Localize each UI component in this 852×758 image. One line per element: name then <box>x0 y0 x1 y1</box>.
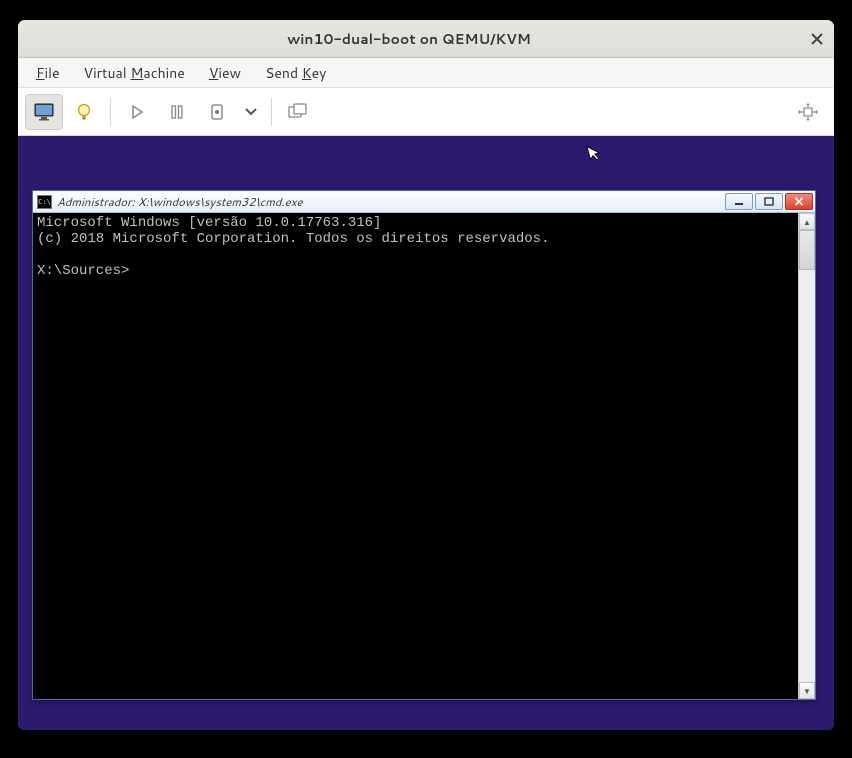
fullscreen-icon <box>798 103 818 121</box>
cmd-output[interactable]: Microsoft Windows [versão 10.0.17763.316… <box>33 213 798 699</box>
cmd-icon: C:\ <box>37 195 52 209</box>
cmd-body: Microsoft Windows [versão 10.0.17763.316… <box>33 213 815 699</box>
fullscreen-button[interactable] <box>789 94 827 130</box>
menubar: File Virtual Machine View Send Key <box>18 58 834 88</box>
power-icon <box>209 103 225 121</box>
menu-file[interactable]: File <box>26 60 70 86</box>
separator <box>110 98 111 126</box>
titlebar[interactable]: win10-dual-boot on QEMU/KVM <box>18 20 834 58</box>
pause-button[interactable] <box>158 94 196 130</box>
snapshots-icon <box>288 103 308 121</box>
pause-icon <box>171 105 183 119</box>
vm-display-area[interactable]: C:\ Administrador: X:\windows\system32\c… <box>18 136 834 730</box>
toolbar <box>18 88 834 136</box>
cmd-close-button[interactable] <box>785 193 813 210</box>
maximize-button[interactable] <box>755 193 783 210</box>
window-title: win10-dual-boot on QEMU/KVM <box>18 29 800 49</box>
menu-send-key[interactable]: Send Key <box>255 60 336 86</box>
chevron-down-icon <box>245 108 257 116</box>
console-button[interactable] <box>25 94 63 130</box>
close-button[interactable] <box>800 20 834 57</box>
mouse-cursor-icon <box>586 142 604 163</box>
virt-viewer-window: win10-dual-boot on QEMU/KVM File Virtual… <box>18 20 834 730</box>
menu-virtual-machine[interactable]: Virtual Machine <box>74 60 195 86</box>
cmd-titlebar[interactable]: C:\ Administrador: X:\windows\system32\c… <box>33 191 815 213</box>
scrollbar[interactable]: ▲ ▼ <box>798 213 815 699</box>
scroll-up-button[interactable]: ▲ <box>799 213 815 230</box>
monitor-icon <box>33 102 55 122</box>
lightbulb-icon <box>75 102 93 122</box>
details-button[interactable] <box>65 94 103 130</box>
menu-view[interactable]: View <box>199 60 251 86</box>
shutdown-menu-button[interactable] <box>238 94 264 130</box>
cmd-window: C:\ Administrador: X:\windows\system32\c… <box>32 190 816 700</box>
shutdown-button[interactable] <box>198 94 236 130</box>
scroll-thumb[interactable] <box>799 230 815 270</box>
minimize-button[interactable] <box>725 193 753 210</box>
play-icon <box>130 105 144 119</box>
scroll-down-button[interactable]: ▼ <box>799 682 815 699</box>
cmd-title: Administrador: X:\windows\system32\cmd.e… <box>57 193 720 210</box>
snapshots-button[interactable] <box>279 94 317 130</box>
run-button[interactable] <box>118 94 156 130</box>
separator <box>271 98 272 126</box>
